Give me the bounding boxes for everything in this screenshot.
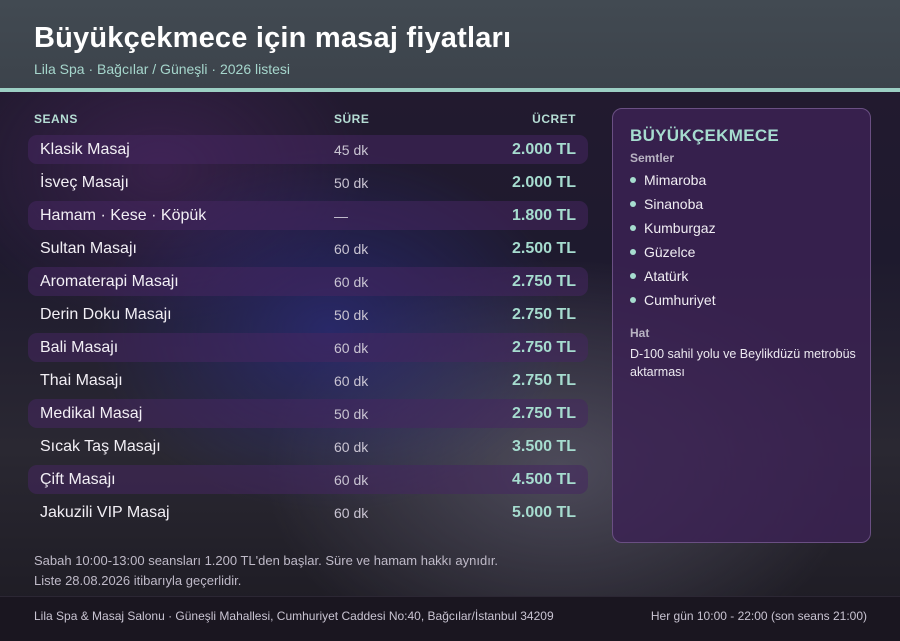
district-name: Güzelce (644, 244, 696, 260)
service-name: Derin Doku Masajı (40, 306, 172, 323)
service-name: Thai Masajı (40, 372, 123, 389)
service-price: 2.750 TL (511, 273, 576, 290)
table-row: Hamam · Kese · Köpük — 1.800 TL (28, 199, 588, 232)
panel-title: BÜYÜKÇEKMECE (630, 126, 780, 145)
table-row: Jakuzili VIP Masaj 60 dk 5.000 TL (28, 496, 588, 529)
service-price: 2.750 TL (511, 306, 576, 323)
route-text: D-100 sahil yolu ve Beylikdüzü metrobüs … (630, 347, 856, 379)
service-duration: 45 dk (334, 142, 369, 158)
table-row: Thai Masajı 60 dk 2.750 TL (28, 364, 588, 397)
header-divider (0, 88, 900, 92)
districts-label: Semtler (630, 151, 675, 165)
service-duration: — (334, 208, 348, 224)
district-name: Atatürk (644, 268, 689, 284)
district-name: Sinanoba (644, 196, 704, 212)
list-item: Sinanoba (630, 195, 716, 219)
validity-note: Liste 28.08.2026 itibarıyla geçerlidir. (34, 573, 242, 588)
bullet-icon (630, 177, 636, 183)
list-item: Kumburgaz (630, 219, 716, 243)
table-row: Çift Masajı 60 dk 4.500 TL (28, 463, 588, 496)
page-subtitle: Lila Spa · Bağcılar / Güneşli · 2026 lis… (34, 61, 291, 77)
service-duration: 50 dk (334, 307, 369, 323)
column-header-ucret: ÜCRET (532, 112, 576, 126)
footer-address: Lila Spa & Masaj Salonu · Güneşli Mahall… (34, 609, 554, 623)
column-header-sure: SÜRE (334, 112, 370, 126)
service-price: 2.000 TL (511, 141, 576, 158)
district-name: Mimaroba (644, 172, 707, 188)
page-header: Büyükçekmece için masaj fiyatları Lila S… (0, 0, 900, 88)
bullet-icon (630, 225, 636, 231)
service-name: Aromaterapi Masajı (40, 273, 179, 290)
column-header-seans: SEANS (34, 112, 78, 126)
service-price: 5.000 TL (511, 504, 576, 521)
service-duration: 60 dk (334, 505, 369, 521)
service-duration: 50 dk (334, 175, 369, 191)
service-duration: 60 dk (334, 274, 369, 290)
service-price: 2.500 TL (511, 240, 576, 257)
table-row: Aromaterapi Masajı 60 dk 2.750 TL (28, 265, 588, 298)
service-name: Hamam · Kese · Köpük (40, 207, 207, 224)
district-list: Mimaroba Sinanoba Kumburgaz Güzelce Atat… (630, 171, 716, 315)
service-price: 2.000 TL (511, 174, 576, 191)
list-item: Güzelce (630, 243, 716, 267)
service-duration: 60 dk (334, 439, 369, 455)
service-name: Sıcak Taş Masajı (40, 438, 161, 455)
table-row: Sultan Masajı 60 dk 2.500 TL (28, 232, 588, 265)
service-price: 2.750 TL (511, 372, 576, 389)
service-price: 2.750 TL (511, 405, 576, 422)
bullet-icon (630, 249, 636, 255)
bullet-icon (630, 201, 636, 207)
bullet-icon (630, 273, 636, 279)
service-name: Klasik Masaj (40, 141, 130, 158)
pricing-note: Sabah 10:00-13:00 seansları 1.200 TL'den… (34, 553, 499, 568)
table-row: Sıcak Taş Masajı 60 dk 3.500 TL (28, 430, 588, 463)
service-price: 3.500 TL (511, 438, 576, 455)
list-item: Mimaroba (630, 171, 716, 195)
service-price: 1.800 TL (511, 207, 576, 224)
service-name: Jakuzili VIP Masaj (40, 504, 170, 521)
service-name: Çift Masajı (40, 471, 116, 488)
bullet-icon (630, 297, 636, 303)
service-duration: 60 dk (334, 340, 369, 356)
district-name: Kumburgaz (644, 220, 716, 236)
list-item: Atatürk (630, 267, 716, 291)
service-name: Sultan Masajı (40, 240, 137, 257)
list-item: Cumhuriyet (630, 291, 716, 315)
service-duration: 50 dk (334, 406, 369, 422)
service-duration: 60 dk (334, 373, 369, 389)
district-panel: BÜYÜKÇEKMECE Semtler Mimaroba Sinanoba K… (612, 108, 871, 543)
table-row: Bali Masajı 60 dk 2.750 TL (28, 331, 588, 364)
table-row: Klasik Masaj 45 dk 2.000 TL (28, 133, 588, 166)
page-title: Büyükçekmece için masaj fiyatları (34, 22, 512, 54)
table-row: Medikal Masaj 50 dk 2.750 TL (28, 397, 588, 430)
service-price: 2.750 TL (511, 339, 576, 356)
footer-hours: Her gün 10:00 - 22:00 (son seans 21:00) (650, 609, 867, 623)
service-duration: 60 dk (334, 472, 369, 488)
district-name: Cumhuriyet (644, 292, 716, 308)
service-name: Bali Masajı (40, 339, 119, 356)
route-label: Hat (630, 326, 650, 340)
service-name: İsveç Masajı (40, 174, 129, 191)
service-price: 4.500 TL (511, 471, 576, 488)
service-name: Medikal Masaj (40, 405, 143, 422)
service-duration: 60 dk (334, 241, 369, 257)
table-row: Derin Doku Masajı 50 dk 2.750 TL (28, 298, 588, 331)
price-table: Klasik Masaj 45 dk 2.000 TL İsveç Masajı… (28, 133, 588, 529)
table-row: İsveç Masajı 50 dk 2.000 TL (28, 166, 588, 199)
page-footer: Lila Spa & Masaj Salonu · Güneşli Mahall… (0, 596, 900, 641)
